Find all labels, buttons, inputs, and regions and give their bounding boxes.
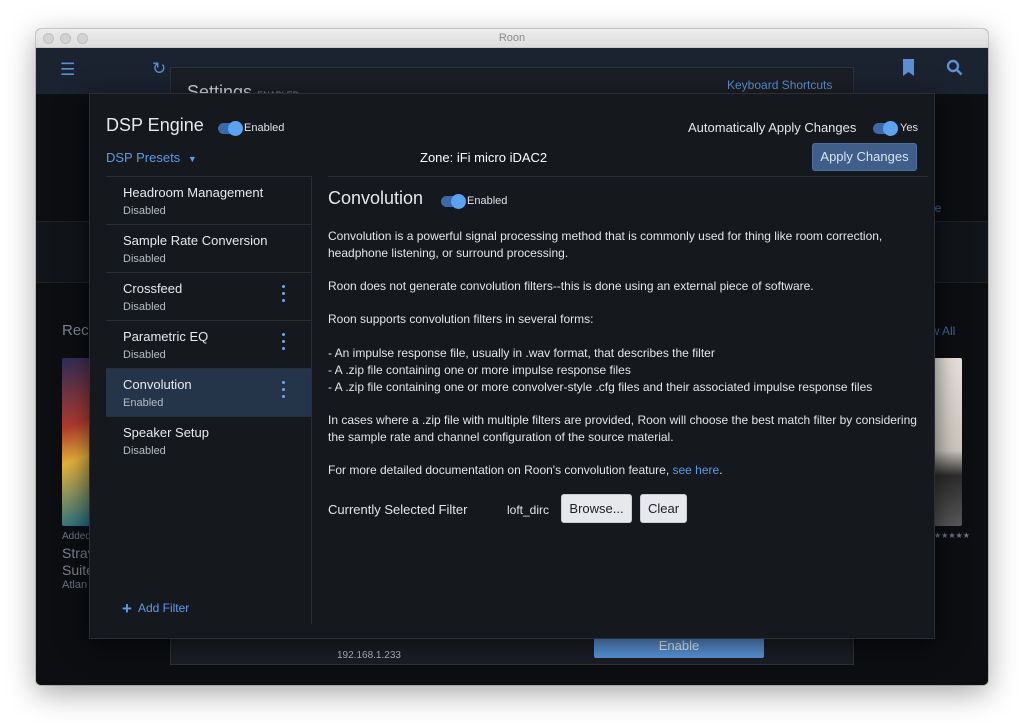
filter-item-speaker-setup[interactable]: Speaker Setup Disabled (106, 417, 311, 465)
convolution-toggle[interactable] (441, 194, 466, 209)
toggle-knob (883, 121, 898, 136)
more-options-icon[interactable] (280, 285, 286, 307)
add-filter-label: Add Filter (137, 601, 190, 615)
filter-status: Disabled (123, 301, 166, 313)
toggle-knob (451, 194, 466, 209)
currently-selected-filter-label: Currently Selected Filter (328, 502, 468, 517)
more-options-icon[interactable] (280, 333, 286, 355)
description-paragraph-2: Roon does not generate convolution filte… (328, 279, 814, 293)
toggle-knob (228, 121, 243, 136)
filter-name: Headroom Management (123, 185, 264, 200)
format-list-item-2: - A .zip file containing one or more imp… (328, 363, 631, 377)
auto-apply-value: Yes (900, 122, 918, 134)
window-title: Roon (498, 32, 526, 44)
title-bar: Roon (36, 29, 988, 48)
browse-button[interactable]: Browse... (561, 494, 632, 523)
filter-detail-panel: Convolution Enabled Convolution is a pow… (328, 176, 928, 624)
plus-icon: + (122, 599, 132, 618)
filter-status: Disabled (123, 253, 166, 265)
filter-list: Headroom Management Disabled Sample Rate… (106, 176, 312, 624)
description-paragraph-5: For more detailed documentation on Roon'… (328, 463, 723, 477)
bookmark-icon[interactable] (902, 59, 915, 81)
keyboard-shortcuts-link[interactable]: Keyboard Shortcuts (727, 78, 832, 92)
filter-item-headroom-management[interactable]: Headroom Management Disabled (106, 177, 311, 225)
selected-filter-value: loft_dirc (507, 503, 550, 517)
dsp-presets-label: DSP Presets (106, 150, 181, 165)
convolution-enabled-label: Enabled (467, 195, 508, 207)
filter-item-convolution[interactable]: Convolution Enabled (106, 369, 311, 417)
description-paragraph-1: Convolution is a powerful signal process… (328, 229, 883, 260)
zone-label: Zone: iFi micro iDAC2 (420, 150, 548, 165)
format-list-item-1: - An impulse response file, usually in .… (328, 346, 715, 360)
description-paragraph-4: In cases where a .zip file with multiple… (328, 413, 917, 444)
album-art-right[interactable] (934, 358, 962, 526)
format-list-item-3: - A .zip file containing one or more con… (328, 380, 873, 394)
dsp-engine-title: DSP Engine (106, 115, 204, 135)
filter-status: Enabled (123, 397, 164, 409)
see-here-link[interactable]: see here (673, 463, 720, 477)
auto-apply-toggle[interactable] (873, 121, 898, 136)
filter-name: Speaker Setup (123, 425, 210, 440)
add-filter-button[interactable]: + Add Filter (122, 599, 189, 619)
ip-address: 192.168.1.233 (337, 650, 401, 661)
album-added-partial: Added (62, 531, 91, 542)
album-rating-partial: ★★★★★ (934, 531, 970, 540)
filter-item-sample-rate-conversion[interactable]: Sample Rate Conversion Disabled (106, 225, 311, 273)
filter-name: Parametric EQ (123, 329, 209, 344)
filter-status: Disabled (123, 349, 166, 361)
filter-detail-title: Convolution (328, 188, 424, 208)
filter-name: Crossfeed (123, 281, 183, 296)
filter-name: Convolution (123, 377, 192, 392)
apply-changes-button[interactable]: Apply Changes (812, 143, 917, 171)
filter-status: Disabled (123, 445, 166, 457)
menu-icon[interactable]: ☰ (60, 60, 75, 80)
dsp-engine-dialog: DSP Engine Enabled Automatically Apply C… (89, 93, 935, 639)
filter-name: Sample Rate Conversion (123, 233, 268, 248)
search-icon[interactable] (946, 59, 963, 81)
roon-window: Roon ☰ ↻ Rece ew All le Added Strav Suit… (36, 29, 988, 685)
filter-item-parametric-eq[interactable]: Parametric EQ Disabled (106, 321, 311, 369)
description-paragraph-3: Roon supports convolution filters in sev… (328, 312, 594, 326)
chevron-down-icon: ▼ (187, 154, 197, 164)
filter-item-crossfeed[interactable]: Crossfeed Disabled (106, 273, 311, 321)
dsp-engine-toggle[interactable] (218, 121, 243, 136)
more-options-icon[interactable] (280, 381, 286, 403)
album-art-left[interactable] (62, 358, 90, 526)
dsp-presets-dropdown[interactable]: DSP Presets ▼ (106, 150, 197, 165)
filter-status: Disabled (123, 205, 166, 217)
album-artist-partial: Atlan (62, 579, 88, 591)
auto-apply-label: Automatically Apply Changes (688, 120, 857, 135)
clear-button[interactable]: Clear (640, 494, 687, 523)
refresh-icon[interactable]: ↻ (152, 59, 166, 79)
dsp-engine-enabled-label: Enabled (244, 122, 285, 134)
